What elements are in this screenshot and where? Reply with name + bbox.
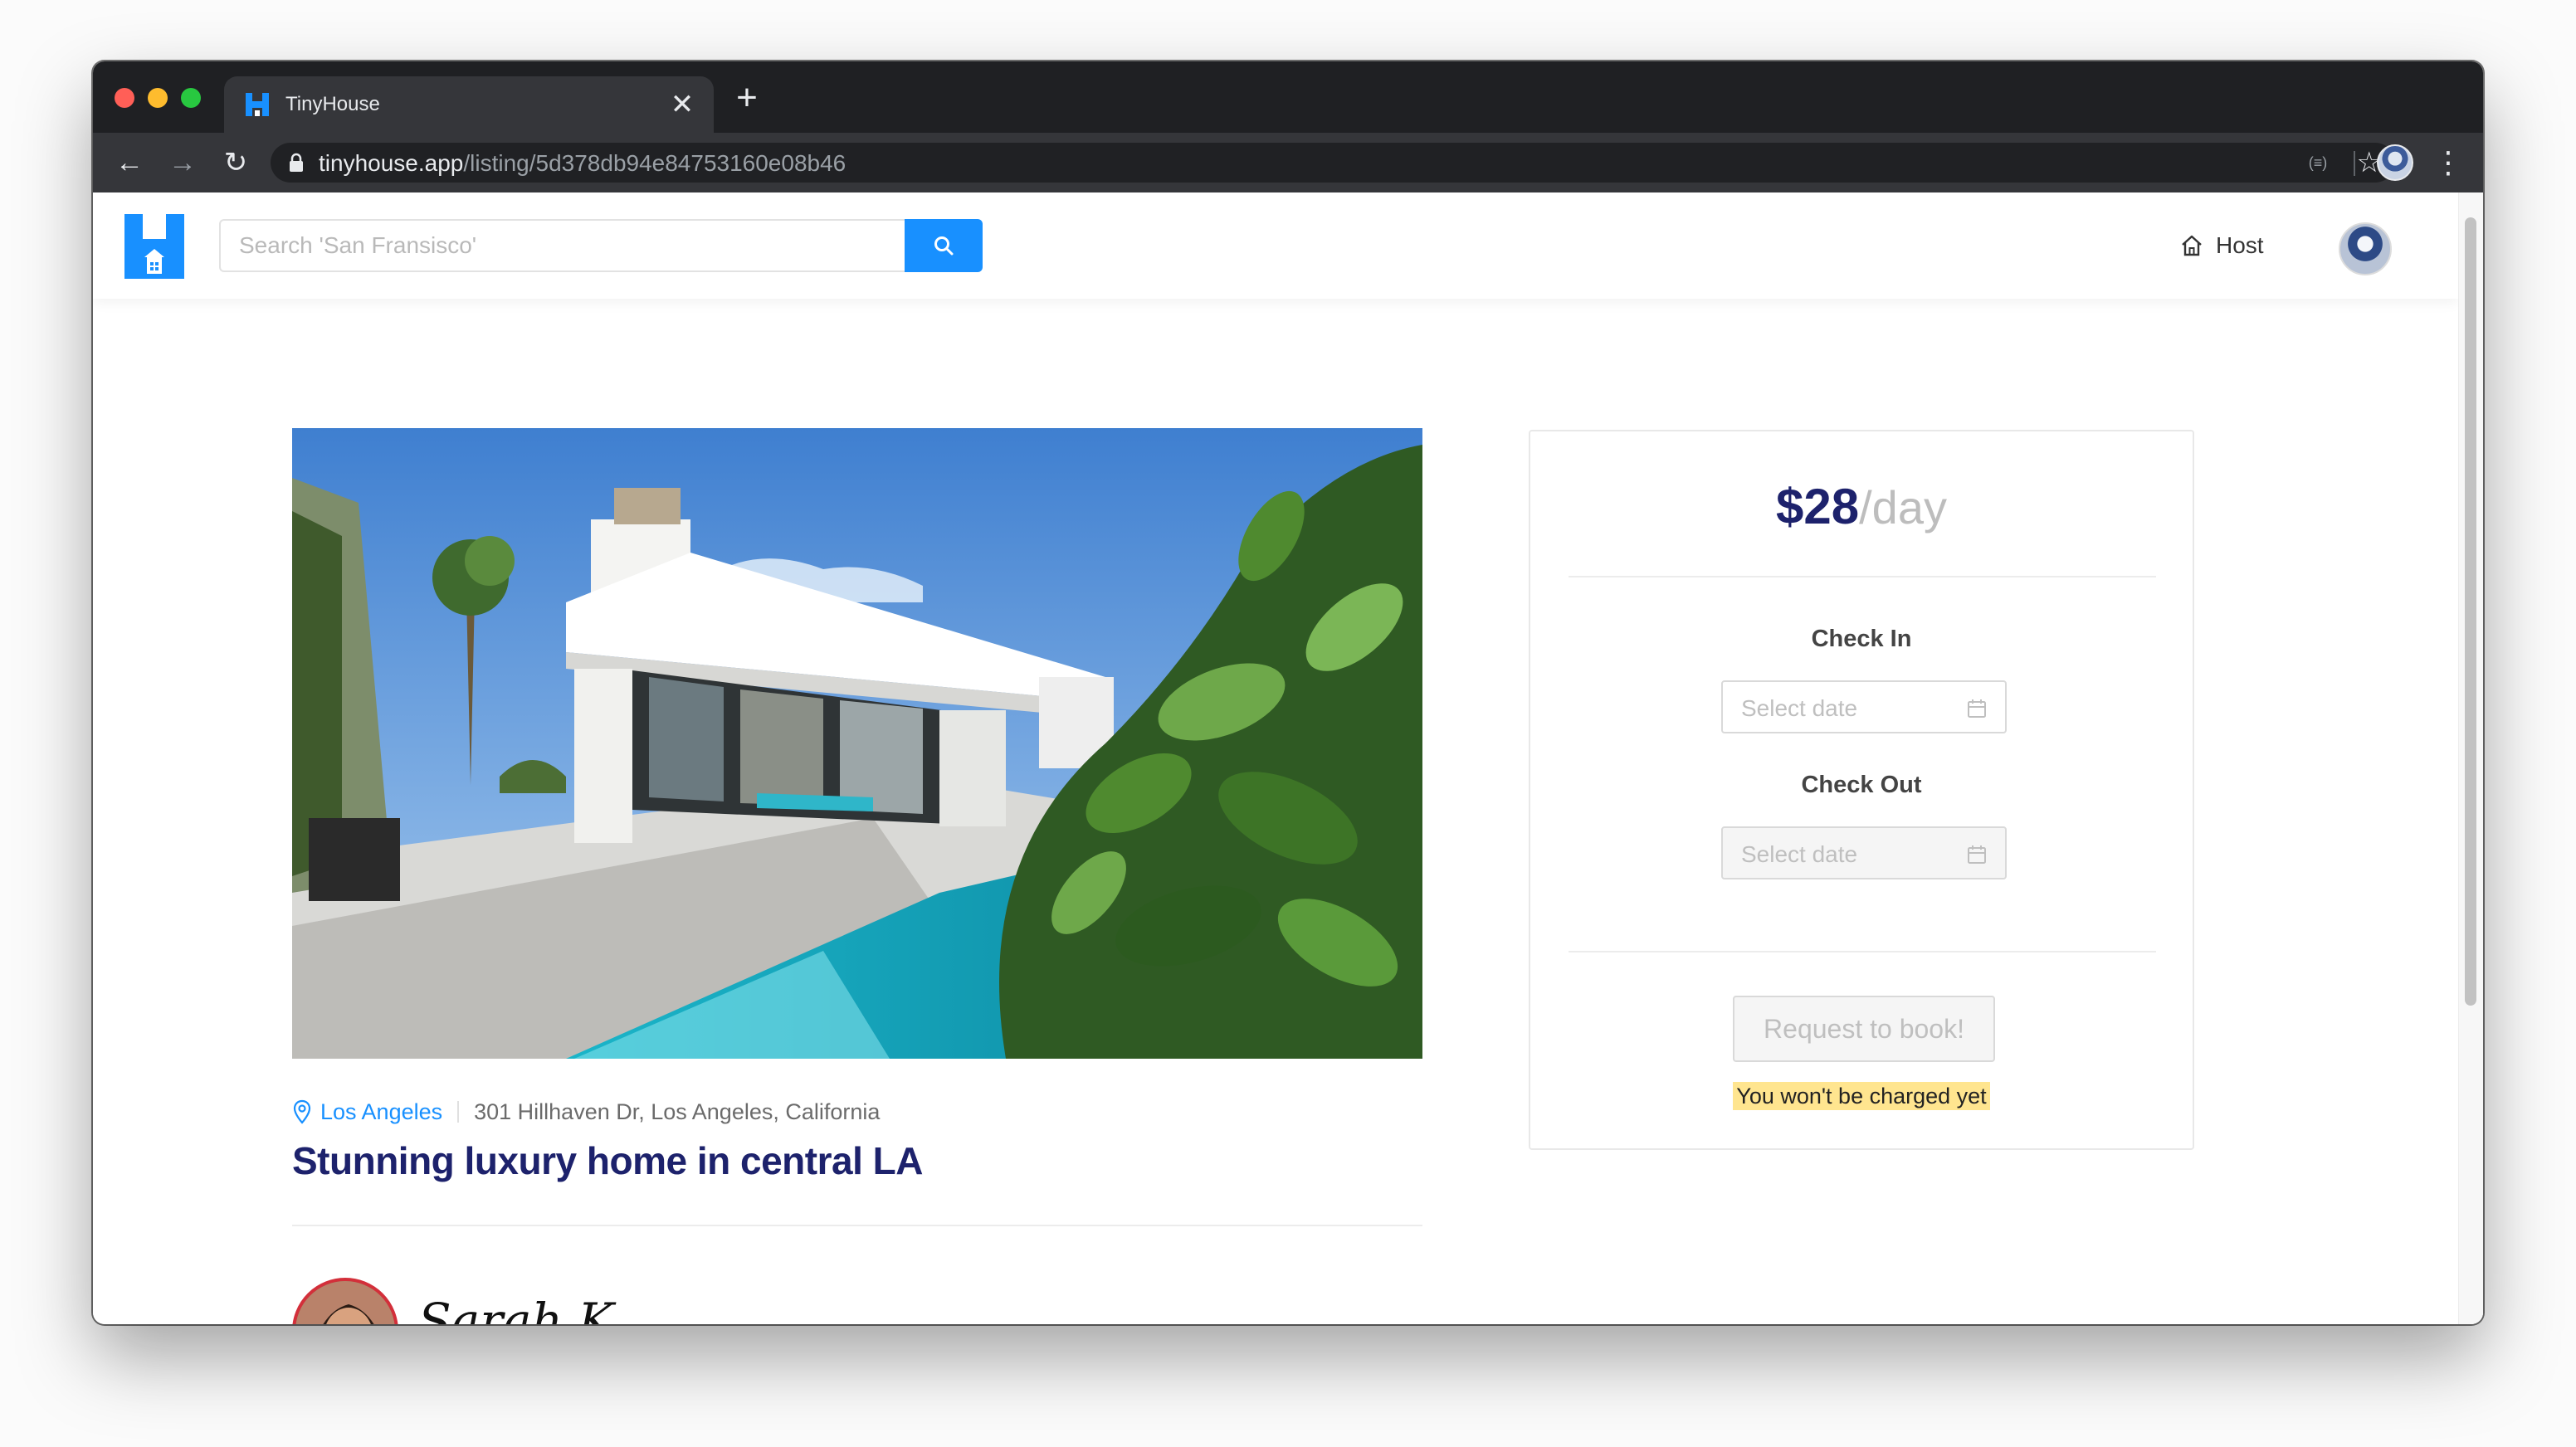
listing-location: Los Angeles 301 Hillhaven Dr, Los Angele…: [292, 1095, 880, 1128]
minimize-window-button[interactable]: [148, 88, 168, 108]
city-link[interactable]: Los Angeles: [320, 1099, 442, 1125]
check-out-label: Check Out: [1801, 772, 1922, 798]
toolbar-divider: [2354, 151, 2355, 176]
forward-icon[interactable]: →: [163, 143, 202, 183]
request-to-book-button[interactable]: Request to book!: [1733, 996, 1995, 1062]
content-divider: [292, 1225, 1422, 1226]
card-divider: [1569, 576, 2156, 577]
calendar-icon: [1968, 845, 1986, 864]
location-divider: [457, 1101, 460, 1123]
tinyhouse-logo[interactable]: [124, 214, 184, 279]
tinyhouse-favicon-icon: [246, 93, 269, 116]
host-name: Sarah K.: [418, 1293, 630, 1324]
check-out-date-picker[interactable]: [1721, 826, 2007, 879]
price-unit: /day: [1859, 481, 1947, 533]
app-header: Host: [93, 192, 2458, 299]
map-pin-icon: [293, 1099, 311, 1124]
check-in-input[interactable]: [1741, 695, 1957, 722]
listing-address: 301 Hillhaven Dr, Los Angeles, Californi…: [474, 1099, 881, 1124]
browser-toolbar: ← → ↻ tinyhouse.app/listing/5d378db94e84…: [93, 133, 2483, 192]
check-out-input[interactable]: [1741, 841, 1957, 868]
tab-title: TinyHouse: [285, 93, 380, 115]
url-host: tinyhouse.app: [319, 150, 464, 176]
url-path: /listing/5d378db94e84753160e08b46: [463, 150, 846, 176]
search-input[interactable]: [219, 219, 908, 272]
card-divider: [1569, 951, 2156, 952]
user-avatar[interactable]: [2339, 222, 2392, 275]
lock-icon: [290, 153, 303, 172]
maximize-window-button[interactable]: [181, 88, 201, 108]
back-icon[interactable]: ←: [110, 143, 149, 183]
browser-window: TinyHouse ✕ + ← → ↻ tinyhouse.app/listin…: [93, 61, 2483, 1324]
new-tab-button[interactable]: +: [727, 78, 767, 118]
host-nav-link[interactable]: Host: [2179, 229, 2264, 262]
home-icon: [2182, 235, 2202, 256]
price-value: $28: [1776, 479, 1860, 534]
charge-note: You won't be charged yet: [1530, 1082, 2193, 1110]
check-in-label: Check In: [1811, 626, 1912, 652]
host-label: Host: [2216, 232, 2264, 258]
tab-close-icon[interactable]: ✕: [666, 88, 699, 121]
reload-icon[interactable]: ↻: [216, 143, 256, 183]
booking-card: $28/day Check In Check Out: [1529, 430, 2194, 1150]
browser-profile-avatar[interactable]: [2377, 144, 2413, 181]
scrollbar-thumb[interactable]: [2465, 217, 2476, 1006]
listing-title: Stunning luxury home in central LA: [292, 1139, 923, 1182]
extension-icon[interactable]: (≡): [2304, 149, 2332, 176]
charge-note-text: You won't be charged yet: [1733, 1082, 1990, 1110]
price: $28/day: [1530, 478, 2193, 535]
page-scrollbar[interactable]: [2458, 192, 2483, 1324]
host-avatar[interactable]: [292, 1278, 398, 1324]
check-in-date-picker[interactable]: [1721, 680, 2007, 733]
search-icon: [934, 236, 954, 256]
browser-tab[interactable]: TinyHouse ✕: [224, 76, 714, 133]
listing-image: [292, 428, 1422, 1059]
address-bar[interactable]: tinyhouse.app/listing/5d378db94e84753160…: [271, 143, 2395, 183]
close-window-button[interactable]: [115, 88, 134, 108]
browser-menu-icon[interactable]: ⋮: [2433, 146, 2463, 179]
calendar-icon: [1968, 699, 1986, 718]
search-button[interactable]: [905, 219, 983, 272]
page-viewport: Host: [93, 192, 2483, 1324]
browser-tab-bar: TinyHouse ✕ +: [93, 61, 2483, 133]
url-text[interactable]: tinyhouse.app/listing/5d378db94e84753160…: [319, 150, 846, 177]
